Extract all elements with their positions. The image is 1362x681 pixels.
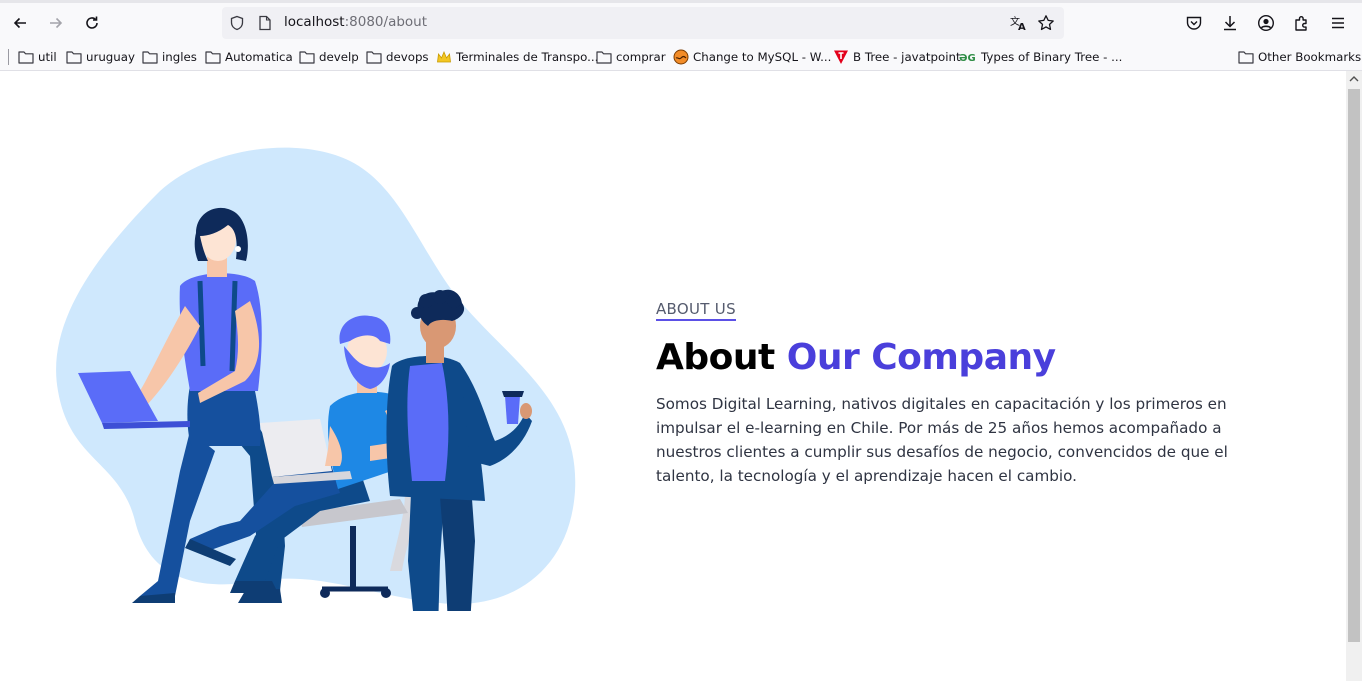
url-text[interactable]: localhost:8080/about (284, 14, 427, 30)
crown-favicon-icon (437, 50, 451, 63)
folder-icon (18, 51, 34, 64)
other-bookmarks[interactable]: Other Bookmarks (1238, 48, 1361, 66)
about-section: ABOUT US About Our Company Somos Digital… (656, 299, 1256, 488)
bookmarks-separator (8, 49, 9, 65)
bookmark-change-mysql[interactable]: Change to MySQL - W... (673, 48, 831, 66)
forward-button[interactable] (42, 9, 70, 37)
folder-icon (596, 51, 612, 64)
bookmark-comprar[interactable]: comprar (596, 48, 666, 66)
heading-plain: About (656, 337, 787, 378)
scroll-up-button[interactable] (1346, 71, 1362, 87)
bookmark-label: Change to MySQL - W... (693, 50, 832, 64)
pocket-button[interactable] (1183, 12, 1205, 34)
page-icon[interactable] (258, 15, 272, 31)
scrollbar-thumb[interactable] (1348, 89, 1360, 642)
bookmark-uruguay[interactable]: uruguay (66, 48, 135, 66)
svg-text:A: A (1018, 22, 1026, 32)
puzzle-icon (1295, 16, 1307, 31)
bookmark-label: develp (319, 50, 359, 64)
bookmark-develp[interactable]: develp (299, 48, 359, 66)
bookmark-devops[interactable]: devops (366, 48, 429, 66)
download-icon (1224, 16, 1236, 31)
bookmark-automatica[interactable]: Automatica (205, 48, 293, 66)
back-button[interactable] (6, 9, 34, 37)
bookmark-star-icon[interactable] (1037, 14, 1055, 32)
folder-icon (1238, 51, 1254, 64)
javatpoint-favicon-icon (834, 50, 848, 64)
folder-icon (299, 51, 315, 64)
arrow-left-icon (13, 17, 26, 29)
address-bar[interactable]: localhost:8080/about 文A (222, 7, 1064, 39)
bookmark-binary-tree[interactable]: ƏG Types of Binary Tree - ... (959, 48, 1122, 66)
bookmark-util[interactable]: util (18, 48, 57, 66)
bookmark-label: B Tree - javatpoint (853, 50, 961, 64)
other-bookmarks-label: Other Bookmarks (1258, 50, 1362, 64)
account-button[interactable] (1255, 12, 1277, 34)
bookmark-label: Automatica (225, 50, 293, 64)
url-path: :8080/about (344, 14, 428, 30)
reload-button[interactable] (78, 9, 106, 37)
about-heading: About Our Company (656, 337, 1256, 378)
menu-button[interactable] (1327, 12, 1349, 34)
bookmark-terminales[interactable]: Terminales de Transpo... (436, 48, 598, 66)
svg-text:ƏG: ƏG (959, 53, 976, 64)
reload-icon (86, 16, 98, 29)
bookmark-label: Terminales de Transpo... (456, 50, 599, 64)
background-blob (56, 147, 576, 605)
about-paragraph: Somos Digital Learning, nativos digitale… (656, 395, 1228, 485)
gfg-favicon-icon: ƏG (959, 53, 976, 64)
browser-toolbar: localhost:8080/about 文A (0, 0, 1362, 43)
team-illustration (56, 147, 576, 611)
extensions-button[interactable] (1291, 12, 1313, 34)
page-viewport: ABOUT US About Our Company Somos Digital… (0, 71, 1346, 681)
bookmark-label: util (38, 50, 57, 64)
about-kicker: ABOUT US (656, 300, 736, 321)
hamburger-icon (1332, 17, 1344, 29)
folder-icon (205, 51, 221, 64)
bookmark-ingles[interactable]: ingles (142, 48, 197, 66)
downloads-button[interactable] (1219, 12, 1241, 34)
bookmark-label: devops (386, 50, 429, 64)
vertical-scrollbar[interactable] (1346, 71, 1362, 681)
heading-accent: Our Company (786, 337, 1056, 378)
folder-icon (366, 51, 382, 64)
bookmark-btree[interactable]: B Tree - javatpoint (833, 48, 961, 66)
arrow-right-icon (50, 17, 63, 29)
pocket-icon (1186, 16, 1202, 30)
bookmark-label: Types of Binary Tree - ... (981, 50, 1123, 64)
folder-icon (142, 51, 158, 64)
folder-icon (66, 51, 82, 64)
chevron-up-icon (1349, 76, 1359, 82)
shield-icon[interactable] (229, 15, 245, 31)
bookmark-label: comprar (616, 50, 666, 64)
bookmark-label: ingles (162, 50, 197, 64)
bookmark-label: uruguay (86, 50, 135, 64)
url-host: localhost (284, 14, 345, 30)
globe-favicon-icon (673, 49, 689, 65)
account-icon (1257, 14, 1275, 32)
translate-icon[interactable]: 文A (1010, 14, 1028, 32)
bookmarks-toolbar: util uruguay ingles Automatica develp de… (0, 43, 1362, 71)
